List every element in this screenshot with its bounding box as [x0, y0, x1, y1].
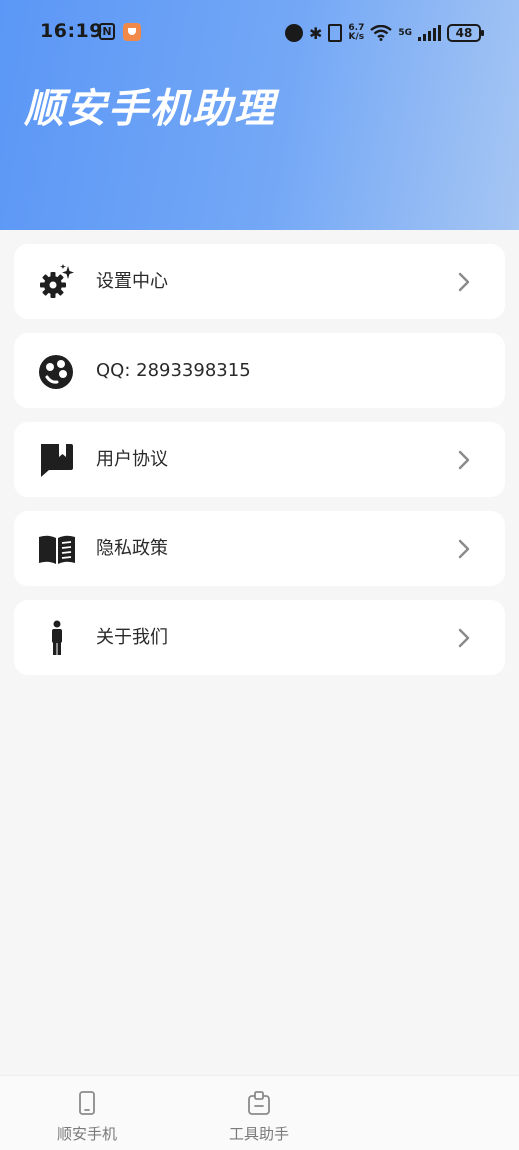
phone-icon — [79, 1091, 95, 1115]
network-type: 5G — [398, 28, 412, 38]
menu-item-label: 关于我们 — [96, 627, 168, 648]
status-bar: 16:19 N ✱ 6.7 K/s 5G 48 — [0, 18, 519, 48]
menu-item-settings[interactable]: 设置中心 — [14, 244, 505, 319]
vibrate-icon — [328, 24, 343, 42]
signal-icon — [418, 25, 441, 41]
app-badge-icon — [123, 23, 141, 41]
status-time: 16:19 — [40, 20, 103, 42]
bluetooth-icon: ✱ — [308, 23, 323, 43]
tab-label: 顺安手机 — [56, 1125, 117, 1143]
battery-icon: 48 — [447, 24, 484, 42]
open-book-icon — [39, 535, 75, 564]
bottom-nav: 顺安手机 工具助手 — [0, 1075, 519, 1150]
menu-item-user-agreement[interactable]: 用户协议 — [14, 422, 505, 497]
alarm-icon — [284, 24, 303, 42]
menu-item-label: QQ: 2893398315 — [96, 360, 251, 381]
chevron-right-icon — [458, 628, 470, 648]
person-icon — [52, 620, 62, 655]
tab-tools[interactable]: 工具助手 — [189, 1076, 329, 1150]
menu-item-label: 用户协议 — [96, 449, 168, 470]
menu-item-label: 设置中心 — [96, 271, 168, 292]
menu-item-label: 隐私政策 — [96, 538, 168, 559]
qq-icon — [39, 355, 73, 389]
menu-item-privacy-policy[interactable]: 隐私政策 — [14, 511, 505, 586]
header-banner: 16:19 N ✱ 6.7 K/s 5G 48 顺安手机助理 — [0, 0, 519, 230]
nfc-icon: N — [99, 23, 115, 40]
tab-phone[interactable]: 顺安手机 — [17, 1076, 157, 1150]
menu-item-about-us[interactable]: 关于我们 — [14, 600, 505, 675]
bookmark-chat-icon — [41, 444, 73, 477]
settings-gear-icon — [40, 264, 74, 298]
tab-label: 工具助手 — [228, 1125, 289, 1143]
chevron-right-icon — [458, 539, 470, 559]
chevron-right-icon — [458, 450, 470, 470]
net-speed-unit: K/s — [348, 32, 365, 42]
chevron-right-icon — [458, 272, 470, 292]
toolbox-icon — [248, 1091, 270, 1115]
net-speed: 6.7 K/s — [348, 24, 364, 42]
menu-item-qq[interactable]: QQ: 2893398315 — [14, 333, 505, 408]
status-icons: ✱ 6.7 K/s 5G 48 — [284, 22, 484, 44]
app-title: 顺安手机助理 — [24, 86, 276, 132]
wifi-icon — [370, 25, 393, 41]
